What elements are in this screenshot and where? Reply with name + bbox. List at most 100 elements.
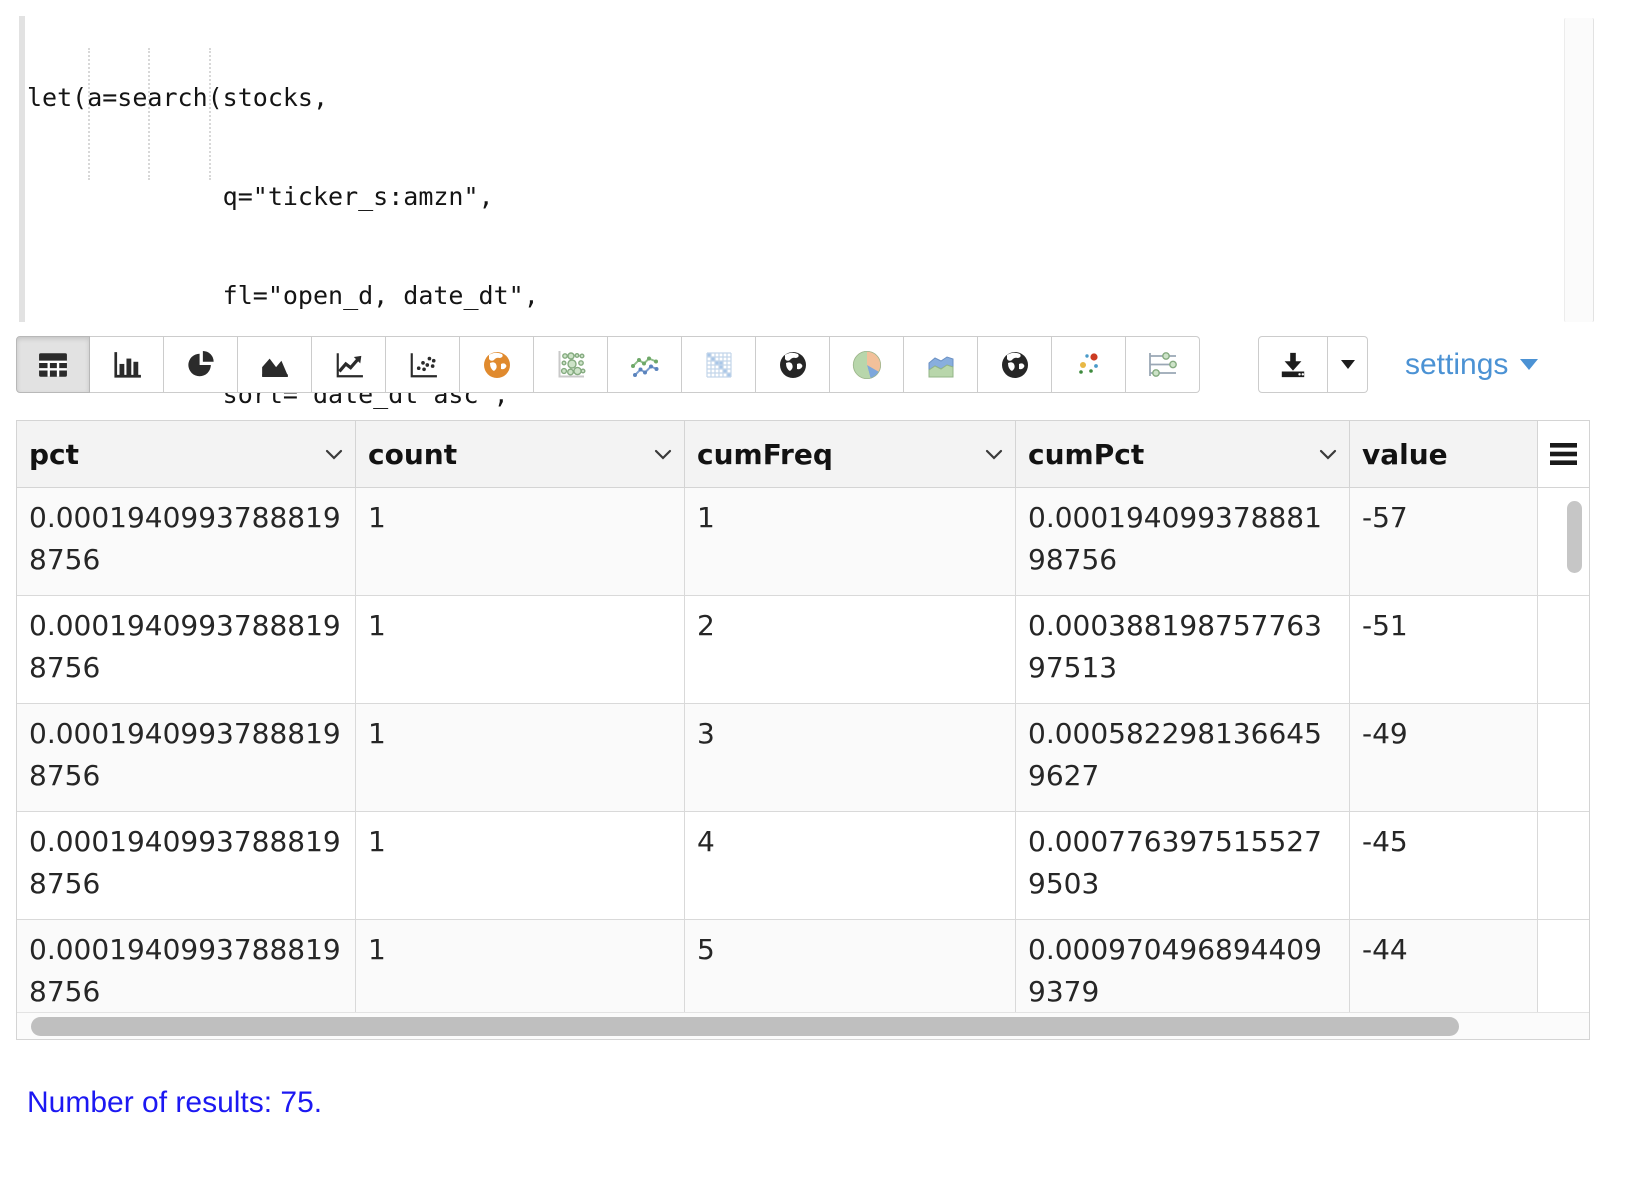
column-label: cumFreq — [697, 438, 833, 471]
chevron-down-icon[interactable] — [325, 449, 343, 460]
globe-dark-icon — [777, 349, 809, 381]
code-line: let(a=search(stocks, — [27, 81, 539, 114]
chart-type-button-group — [16, 336, 1200, 393]
table-row[interactable]: 0.00019409937888198756 1 1 0.00019409937… — [17, 488, 1589, 596]
area-color-icon — [925, 349, 957, 381]
cell-pct: 0.00019409937888198756 — [17, 704, 356, 811]
pie-chart-icon — [186, 350, 216, 380]
map-dark-button[interactable] — [756, 336, 830, 393]
sliders-icon — [1147, 349, 1179, 381]
hamburger-menu-icon — [1550, 443, 1577, 465]
cell-cumpct: 0.0007763975155279503 — [1016, 812, 1350, 919]
area-chart-icon — [260, 350, 290, 380]
column-label: value — [1362, 438, 1448, 471]
scrollbar-gutter — [1538, 920, 1589, 1012]
caret-down-icon — [1520, 359, 1538, 370]
cell-cumpct: 0.0009704968944099379 — [1016, 920, 1350, 1012]
cell-value: -51 — [1350, 596, 1538, 703]
column-header-value[interactable]: value — [1350, 421, 1538, 487]
cell-count: 1 — [356, 920, 685, 1012]
code-editor[interactable]: let(a=search(stocks, q="ticker_s:amzn", … — [0, 0, 1626, 330]
line-chart-button[interactable] — [312, 336, 386, 393]
multi-line-chart-icon — [629, 349, 661, 381]
editor-left-bar — [19, 16, 25, 322]
cell-cumfreq: 4 — [685, 812, 1016, 919]
settings-link[interactable]: settings — [1405, 336, 1538, 393]
scatter-color-button[interactable] — [1052, 336, 1126, 393]
heatmap-button[interactable] — [682, 336, 756, 393]
grid-menu-button[interactable] — [1538, 421, 1589, 487]
column-label: pct — [29, 438, 79, 471]
scatter-color-icon — [1073, 349, 1105, 381]
column-header-cumfreq[interactable]: cumFreq — [685, 421, 1016, 487]
scrollbar-gutter — [1538, 704, 1589, 811]
cell-pct: 0.00019409937888198756 — [17, 596, 356, 703]
caret-down-icon — [1341, 360, 1355, 369]
download-icon — [1278, 351, 1308, 379]
cell-pct: 0.00019409937888198756 — [17, 920, 356, 1012]
editor-scrollbar-track[interactable] — [1564, 18, 1594, 322]
visualization-toolbar: settings — [16, 336, 1610, 393]
globe-orange-icon — [481, 349, 513, 381]
cell-pct: 0.00019409937888198756 — [17, 488, 356, 595]
map-orange-button[interactable] — [460, 336, 534, 393]
table-view-button[interactable] — [16, 336, 90, 393]
cell-cumfreq: 5 — [685, 920, 1016, 1012]
horizontal-scrollbar-thumb[interactable] — [31, 1017, 1459, 1036]
results-table: pct count cumFreq cumPct value — [16, 420, 1590, 1040]
cell-cumfreq: 1 — [685, 488, 1016, 595]
pie-color-icon — [851, 349, 883, 381]
table-row[interactable]: 0.00019409937888198756 1 2 0.00038819875… — [17, 596, 1589, 704]
column-header-cumpct[interactable]: cumPct — [1016, 421, 1350, 487]
download-button[interactable] — [1258, 336, 1328, 393]
chevron-down-icon[interactable] — [985, 449, 1003, 460]
cell-count: 1 — [356, 812, 685, 919]
chevron-down-icon[interactable] — [654, 449, 672, 460]
table-row[interactable]: 0.00019409937888198756 1 4 0.00077639751… — [17, 812, 1589, 920]
table-icon — [38, 352, 68, 378]
bar-chart-button[interactable] — [90, 336, 164, 393]
map-dark-button-2[interactable] — [978, 336, 1052, 393]
cell-value: -44 — [1350, 920, 1538, 1012]
table-body[interactable]: 0.00019409937888198756 1 1 0.00019409937… — [17, 488, 1589, 1012]
cell-cumfreq: 3 — [685, 704, 1016, 811]
table-row[interactable]: 0.00019409937888198756 1 5 0.00097049689… — [17, 920, 1589, 1012]
chevron-down-icon[interactable] — [1319, 449, 1337, 460]
settings-label: settings — [1405, 348, 1508, 382]
scrollbar-gutter — [1538, 596, 1589, 703]
cell-value: -45 — [1350, 812, 1538, 919]
table-row[interactable]: 0.00019409937888198756 1 3 0.00058229813… — [17, 704, 1589, 812]
column-header-pct[interactable]: pct — [17, 421, 356, 487]
horizontal-scrollbar-track[interactable] — [17, 1012, 1589, 1039]
bubble-chart-icon — [555, 349, 587, 381]
cell-count: 1 — [356, 488, 685, 595]
column-label: cumPct — [1028, 438, 1144, 471]
download-options-button[interactable] — [1328, 336, 1368, 393]
cell-cumpct: 0.0005822981366459627 — [1016, 704, 1350, 811]
column-header-count[interactable]: count — [356, 421, 685, 487]
heatmap-icon — [703, 349, 735, 381]
pie-chart-button[interactable] — [164, 336, 238, 393]
vertical-scrollbar-thumb[interactable] — [1567, 501, 1582, 573]
cell-count: 1 — [356, 704, 685, 811]
scrollbar-gutter — [1538, 812, 1589, 919]
cell-cumpct: 0.00038819875776397513 — [1016, 596, 1350, 703]
download-button-group — [1258, 336, 1368, 393]
cell-cumfreq: 2 — [685, 596, 1016, 703]
cell-cumpct: 0.00019409937888198756 — [1016, 488, 1350, 595]
pie-color-button[interactable] — [830, 336, 904, 393]
code-line: q="ticker_s:amzn", — [27, 180, 539, 213]
results-count-text: Number of results: 75. — [27, 1086, 322, 1120]
code-line: fl="open_d, date_dt", — [27, 279, 539, 312]
cell-pct: 0.00019409937888198756 — [17, 812, 356, 919]
area-chart-button[interactable] — [238, 336, 312, 393]
bubble-chart-button[interactable] — [534, 336, 608, 393]
globe-dark2-icon — [999, 349, 1031, 381]
scatter-chart-button[interactable] — [386, 336, 460, 393]
sliders-button[interactable] — [1126, 336, 1200, 393]
bar-chart-icon — [112, 350, 142, 380]
multi-line-chart-button[interactable] — [608, 336, 682, 393]
line-chart-icon — [334, 350, 364, 380]
cell-count: 1 — [356, 596, 685, 703]
area-color-button[interactable] — [904, 336, 978, 393]
